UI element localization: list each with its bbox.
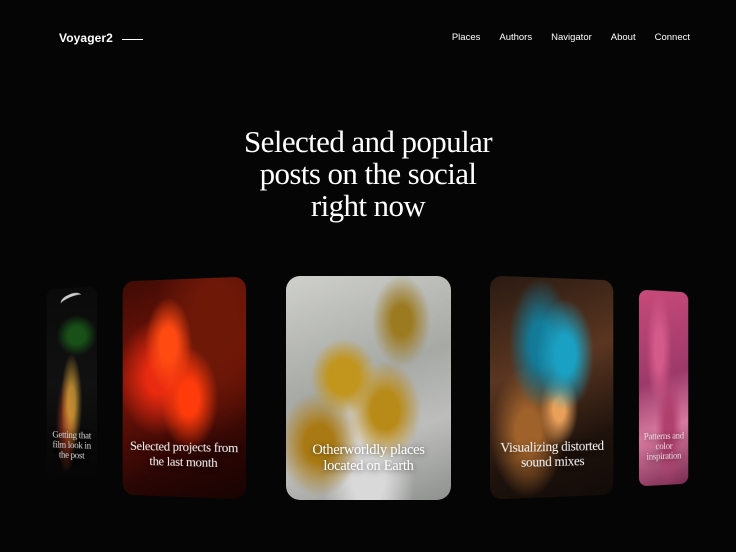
hero-heading: Selected and popular posts on the social…	[0, 126, 736, 222]
card-caption-line: located on Earth	[323, 458, 414, 474]
nav-authors-link[interactable]: Authors	[499, 32, 532, 43]
card-caption-line: Patterns and color	[643, 430, 684, 452]
brand-logo[interactable]: Voyager2	[59, 31, 113, 45]
nav-about-link[interactable]: About	[611, 32, 636, 43]
card-caption-line: the post	[58, 449, 85, 461]
top-navigation: Voyager2 Places Authors Navigator About …	[0, 0, 736, 80]
post-card-selected-projects[interactable]: Selected projects from the last month	[122, 276, 246, 500]
card-caption: Getting that film look in the post	[47, 429, 97, 461]
nav-places-link[interactable]: Places	[452, 32, 481, 43]
card-caption: Patterns and color inspiration	[639, 430, 688, 462]
nav-navigator-link[interactable]: Navigator	[551, 32, 592, 43]
hero-line-3: right now	[310, 188, 426, 223]
card-caption: Selected projects from the last month	[123, 438, 246, 471]
brand-dash-decoration	[122, 39, 143, 40]
card-caption-line: Selected projects from	[130, 438, 239, 456]
hero-line-2: posts on the social	[259, 156, 477, 191]
nav-connect-link[interactable]: Connect	[655, 32, 690, 43]
card-caption-line: inspiration	[646, 450, 682, 462]
post-card-distorted-sound[interactable]: Visualizing distorted sound mixes	[490, 275, 614, 500]
card-caption-line: Visualizing distorted	[500, 438, 604, 456]
post-card-patterns[interactable]: Patterns and color inspiration	[639, 289, 689, 487]
card-caption: Otherworldly places located on Earth	[286, 442, 451, 474]
swirl-decoration	[59, 290, 84, 309]
post-card-otherworldly-places[interactable]: Otherworldly places located on Earth	[286, 276, 451, 500]
card-caption-line: the last month	[149, 453, 218, 470]
nav-links: Places Authors Navigator About Connect	[452, 32, 690, 43]
card-caption-line: sound mixes	[521, 453, 585, 470]
hero-line-1: Selected and popular	[244, 124, 493, 159]
card-caption-line: Otherworldly places	[312, 442, 425, 458]
card-caption-line: Getting that film look in	[52, 429, 92, 451]
post-card-film-look[interactable]: Getting that film look in the post	[46, 286, 97, 480]
card-caption: Visualizing distorted sound mixes	[490, 438, 613, 471]
